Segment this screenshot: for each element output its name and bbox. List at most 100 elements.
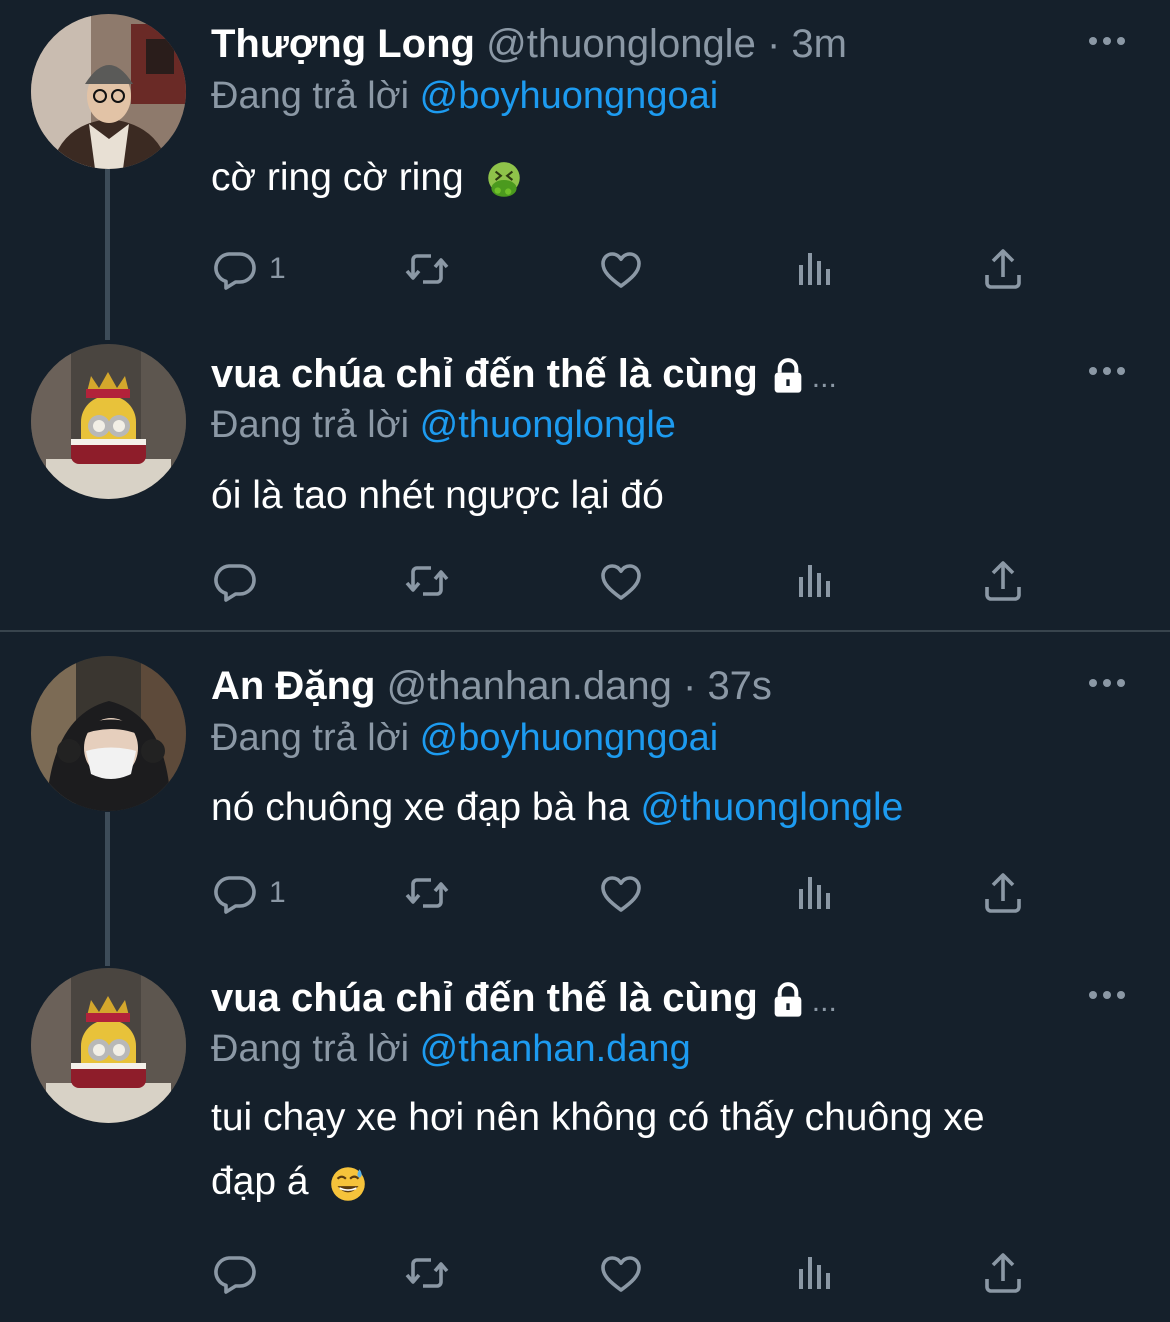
like-icon bbox=[597, 1249, 645, 1297]
display-name[interactable]: vua chúa chỉ đến thế là cùng bbox=[211, 352, 758, 396]
action-bar: 1 bbox=[211, 244, 1051, 294]
reply-button[interactable] bbox=[211, 556, 259, 606]
truncation-ellipsis: ... bbox=[811, 985, 837, 1018]
lock-icon bbox=[768, 356, 808, 396]
like-button[interactable] bbox=[597, 244, 645, 294]
views-button[interactable] bbox=[789, 244, 837, 294]
action-bar bbox=[211, 1248, 1051, 1298]
timestamp[interactable]: 3m bbox=[791, 22, 847, 66]
avatar-person-beanie bbox=[31, 14, 186, 169]
tweet-text-content: nó chuông xe đạp bà ha bbox=[211, 786, 630, 829]
views-button[interactable] bbox=[789, 556, 837, 606]
reply-button[interactable]: 1 bbox=[211, 868, 286, 918]
like-icon bbox=[597, 869, 645, 917]
display-name[interactable]: An Đặng bbox=[211, 664, 375, 708]
more-icon[interactable] bbox=[1087, 676, 1127, 690]
tweet[interactable]: vua chúa chỉ đến thế là cùng... Đang trả… bbox=[0, 330, 1170, 630]
handle[interactable]: @thuonglongle bbox=[486, 22, 756, 66]
like-button[interactable] bbox=[597, 556, 645, 606]
retweet-icon bbox=[403, 869, 451, 917]
retweet-button[interactable] bbox=[403, 868, 451, 918]
separator-dot: · bbox=[766, 22, 781, 66]
tweet-text-content: cờ ring cờ ring bbox=[211, 156, 464, 199]
grinning-face-with-sweat-icon bbox=[327, 1163, 369, 1205]
reply-icon bbox=[211, 557, 259, 605]
reply-count: 1 bbox=[269, 876, 286, 909]
avatar[interactable] bbox=[31, 968, 186, 1123]
like-icon bbox=[597, 557, 645, 605]
avatar-minion-king bbox=[31, 344, 186, 499]
retweet-icon bbox=[403, 245, 451, 293]
tweet-text: nó chuông xe đạp bà ha @thuonglongle bbox=[211, 776, 1131, 840]
share-button[interactable] bbox=[979, 556, 1027, 606]
mention-link[interactable]: @thanhan.dang bbox=[420, 1028, 691, 1070]
mention-link[interactable]: @boyhuongngoai bbox=[420, 75, 719, 117]
replying-to: Đang trả lời @thanhan.dang bbox=[211, 1026, 691, 1072]
views-icon bbox=[789, 245, 837, 293]
tweet-header: vua chúa chỉ đến thế là cùng... bbox=[211, 974, 837, 1026]
mention-link[interactable]: @boyhuongngoai bbox=[420, 717, 719, 759]
handle[interactable]: @thanhan.dang bbox=[387, 664, 672, 708]
tweet-text: cờ ring cờ ring bbox=[211, 146, 1131, 210]
reply-button[interactable] bbox=[211, 1248, 259, 1298]
share-icon bbox=[979, 557, 1027, 605]
nauseated-face-icon bbox=[483, 159, 525, 201]
replying-to-label: Đang trả lời bbox=[211, 404, 410, 446]
retweet-button[interactable] bbox=[403, 1248, 451, 1298]
share-icon bbox=[979, 1249, 1027, 1297]
mention-link[interactable]: @thuonglongle bbox=[640, 786, 903, 829]
replying-to: Đang trả lời @boyhuongngoai bbox=[211, 73, 718, 119]
like-button[interactable] bbox=[597, 1248, 645, 1298]
share-button[interactable] bbox=[979, 244, 1027, 294]
like-icon bbox=[597, 245, 645, 293]
tweet[interactable]: vua chúa chỉ đến thế là cùng... Đang trả… bbox=[0, 954, 1170, 1322]
reply-icon bbox=[211, 1249, 259, 1297]
reply-count: 1 bbox=[269, 252, 286, 285]
timestamp[interactable]: 37s bbox=[707, 664, 772, 708]
views-button[interactable] bbox=[789, 1248, 837, 1298]
truncation-ellipsis: ... bbox=[811, 361, 837, 394]
views-icon bbox=[789, 1249, 837, 1297]
tweet-header: Thượng Long @thuonglongle · 3m bbox=[211, 20, 847, 68]
avatar[interactable] bbox=[31, 14, 186, 169]
more-icon[interactable] bbox=[1087, 364, 1127, 378]
tweet-text-line: tui chạy xe hơi nên không có thấy chuông… bbox=[211, 1096, 985, 1139]
avatar[interactable] bbox=[31, 656, 186, 811]
tweet-text: ói là tao nhét ngược lại đó bbox=[211, 464, 1131, 528]
tweet-text-line-2: đạp á bbox=[211, 1150, 1131, 1214]
display-name[interactable]: Thượng Long bbox=[211, 22, 475, 66]
tweet-header: vua chúa chỉ đến thế là cùng... bbox=[211, 350, 837, 402]
retweet-button[interactable] bbox=[403, 556, 451, 606]
tweet[interactable]: An Đặng @thanhan.dang · 37s Đang trả lời… bbox=[0, 642, 1170, 954]
reply-button[interactable]: 1 bbox=[211, 244, 286, 294]
replying-to-label: Đang trả lời bbox=[211, 75, 410, 117]
tweet[interactable]: Thượng Long @thuonglongle · 3m Đang trả … bbox=[0, 0, 1170, 330]
action-bar bbox=[211, 556, 1051, 606]
retweet-button[interactable] bbox=[403, 244, 451, 294]
replying-to-label: Đang trả lời bbox=[211, 1028, 410, 1070]
share-icon bbox=[979, 245, 1027, 293]
share-button[interactable] bbox=[979, 868, 1027, 918]
replying-to: Đang trả lời @thuonglongle bbox=[211, 402, 676, 448]
thread-divider bbox=[0, 630, 1170, 632]
more-icon[interactable] bbox=[1087, 988, 1127, 1002]
tweet-header: An Đặng @thanhan.dang · 37s bbox=[211, 662, 772, 710]
tweet-text-content: ói là tao nhét ngược lại đó bbox=[211, 474, 664, 517]
action-bar: 1 bbox=[211, 868, 1051, 918]
avatar[interactable] bbox=[31, 344, 186, 499]
avatar-minion-king bbox=[31, 968, 186, 1123]
tweet-text-line: đạp á bbox=[211, 1160, 309, 1203]
like-button[interactable] bbox=[597, 868, 645, 918]
reply-icon bbox=[211, 245, 259, 293]
replying-to-label: Đang trả lời bbox=[211, 717, 410, 759]
views-button[interactable] bbox=[789, 868, 837, 918]
display-name[interactable]: vua chúa chỉ đến thế là cùng bbox=[211, 976, 758, 1020]
more-icon[interactable] bbox=[1087, 34, 1127, 48]
share-icon bbox=[979, 869, 1027, 917]
mention-link[interactable]: @thuonglongle bbox=[420, 404, 676, 446]
retweet-icon bbox=[403, 1249, 451, 1297]
reply-icon bbox=[211, 869, 259, 917]
replying-to: Đang trả lời @boyhuongngoai bbox=[211, 715, 718, 761]
views-icon bbox=[789, 869, 837, 917]
share-button[interactable] bbox=[979, 1248, 1027, 1298]
